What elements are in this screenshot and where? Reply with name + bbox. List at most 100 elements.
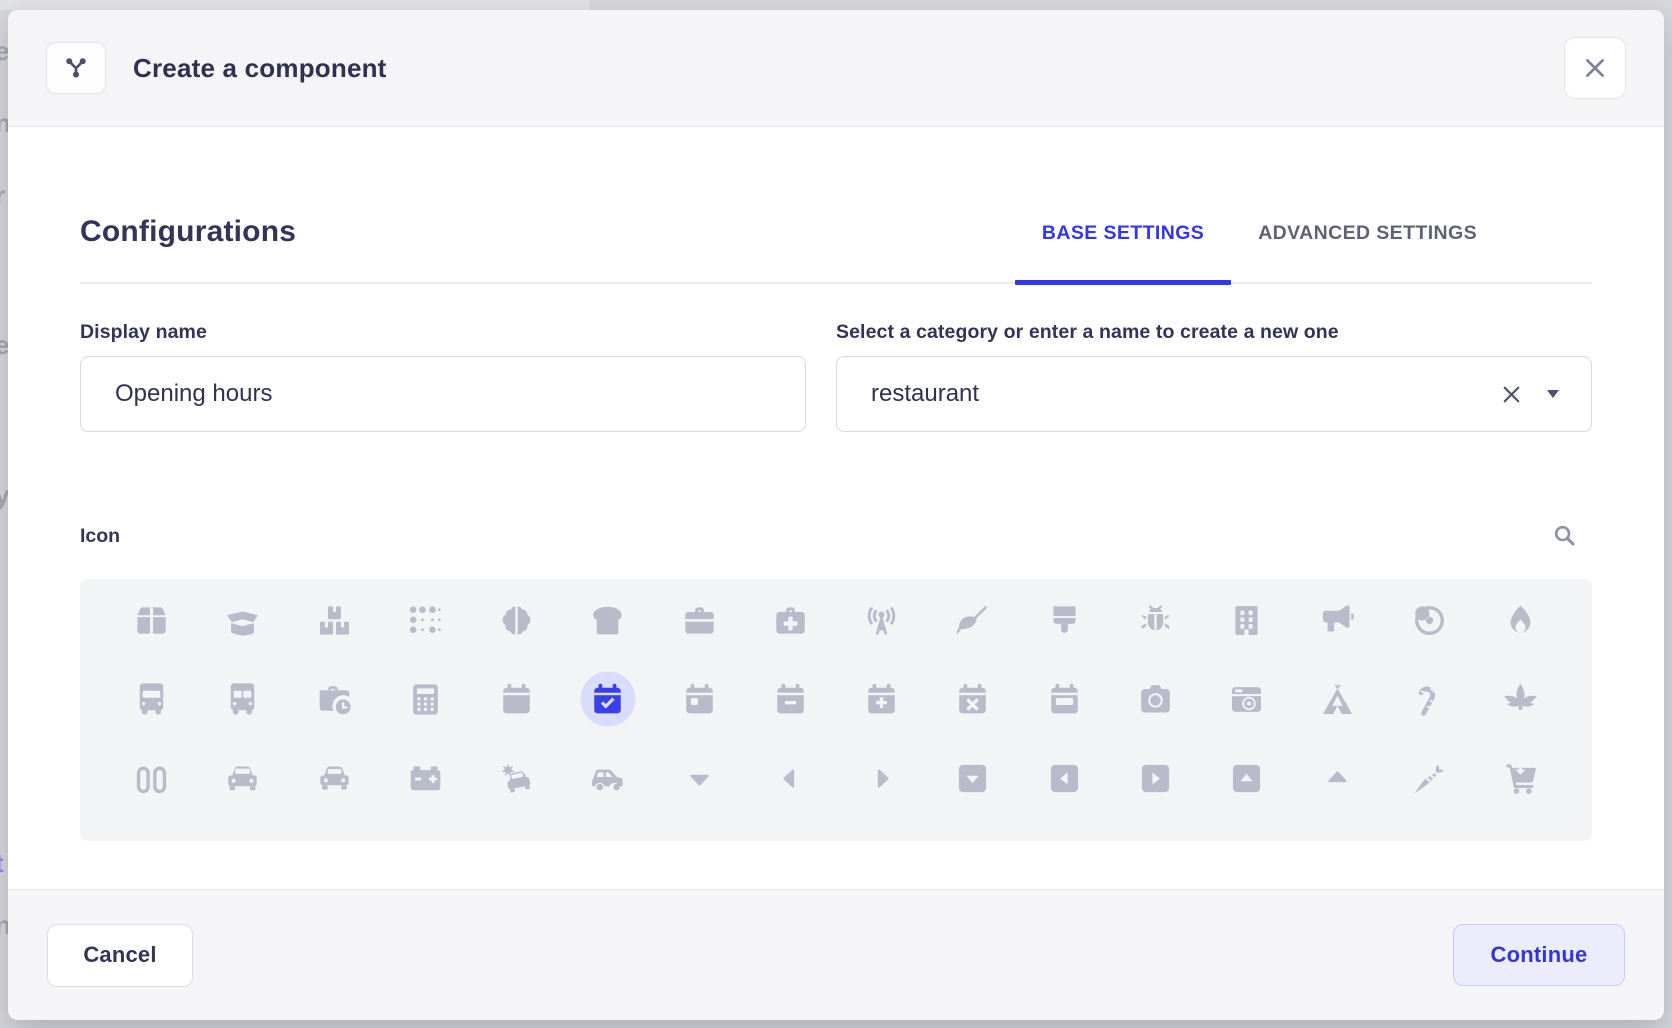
- icon-cell-camera-retro[interactable]: [1201, 679, 1292, 719]
- caret-down-icon: [681, 760, 718, 797]
- icon-cell-bus[interactable]: [106, 679, 197, 719]
- icon-cell-calendar-plus[interactable]: [836, 679, 927, 719]
- section-divider: [80, 282, 1592, 284]
- icon-cell-bullhorn[interactable]: [1292, 600, 1383, 640]
- icon-cell-broadcast-tower[interactable]: [836, 600, 927, 640]
- icon-cell-calendar-day[interactable]: [654, 679, 745, 719]
- category-field: Select a category or enter a name to cre…: [836, 320, 1592, 432]
- modal-body: Configurations BASE SETTINGS ADVANCED SE…: [8, 212, 1664, 841]
- component-node-icon-box: [46, 42, 106, 94]
- icon-cell-briefcase[interactable]: [654, 600, 745, 640]
- icon-cell-caret-square-up[interactable]: [1201, 758, 1292, 798]
- clear-x-icon: [1498, 381, 1525, 408]
- icon-cell-camera[interactable]: [1110, 679, 1201, 719]
- icon-cell-burn[interactable]: [1475, 600, 1566, 640]
- calendar-plus-icon: [863, 681, 900, 718]
- icon-cell-business-time[interactable]: [289, 679, 380, 719]
- icon-cell-caret-square-right[interactable]: [1110, 758, 1201, 798]
- icon-cell-box[interactable]: [106, 600, 197, 640]
- icon-cell-cart-arrow-down[interactable]: [1475, 758, 1566, 798]
- icon-cell-caret-down[interactable]: [654, 758, 745, 798]
- icon-cell-caret-up[interactable]: [1292, 758, 1383, 798]
- icon-cell-campground[interactable]: [1292, 679, 1383, 719]
- caret-right-icon: [863, 760, 900, 797]
- calendar-times-icon: [954, 681, 991, 718]
- icon-cell-brain[interactable]: [471, 600, 562, 640]
- car-battery-icon: [407, 760, 444, 797]
- display-name-input[interactable]: [80, 356, 806, 432]
- braille-icon: [407, 602, 444, 639]
- display-name-label: Display name: [80, 320, 806, 344]
- icon-cell-calendar-week[interactable]: [1019, 679, 1110, 719]
- icon-cell-caret-right[interactable]: [836, 758, 927, 798]
- bug-icon: [1137, 602, 1174, 639]
- icon-search-button[interactable]: [1551, 522, 1578, 549]
- icon-cell-cannabis[interactable]: [1475, 679, 1566, 719]
- bullseye-icon: [1411, 602, 1448, 639]
- bullhorn-icon: [1319, 602, 1356, 639]
- tab-advanced-settings[interactable]: ADVANCED SETTINGS: [1231, 212, 1504, 284]
- burn-icon: [1502, 602, 1539, 639]
- config-header-row: Configurations BASE SETTINGS ADVANCED SE…: [80, 212, 1592, 284]
- caret-up-icon: [1319, 760, 1356, 797]
- caret-square-down-icon: [954, 760, 991, 797]
- icon-cell-bread-slice[interactable]: [562, 600, 653, 640]
- create-component-modal: Create a component Configurations BASE S…: [8, 10, 1664, 1020]
- briefcase-icon: [681, 602, 718, 639]
- chevron-down-icon[interactable]: [1547, 390, 1559, 398]
- icon-cell-car-crash[interactable]: [471, 758, 562, 798]
- icon-cell-calendar-check[interactable]: [562, 679, 653, 719]
- caret-left-icon: [772, 760, 809, 797]
- icon-cell-calendar-times[interactable]: [927, 679, 1018, 719]
- business-time-icon: [316, 681, 353, 718]
- close-button[interactable]: [1564, 37, 1626, 99]
- broom-icon: [954, 602, 991, 639]
- close-icon: [1581, 54, 1609, 82]
- icon-label: Icon: [80, 523, 120, 549]
- icon-cell-calendar-minus[interactable]: [745, 679, 836, 719]
- icon-cell-carrot[interactable]: [1384, 758, 1475, 798]
- capsules-icon: [133, 760, 170, 797]
- icon-cell-candy-cane[interactable]: [1384, 679, 1475, 719]
- brain-icon: [498, 602, 535, 639]
- caret-square-up-icon: [1228, 760, 1265, 797]
- icon-cell-car-battery[interactable]: [380, 758, 471, 798]
- icon-cell-briefcase-medical[interactable]: [745, 600, 836, 640]
- icon-cell-capsules[interactable]: [106, 758, 197, 798]
- component-node-icon: [61, 53, 91, 83]
- icon-cell-bus-alt[interactable]: [197, 679, 288, 719]
- icon-cell-calculator[interactable]: [380, 679, 471, 719]
- icon-cell-car-side[interactable]: [562, 758, 653, 798]
- bus-alt-icon: [224, 681, 261, 718]
- car-icon: [224, 760, 261, 797]
- continue-button[interactable]: Continue: [1453, 924, 1625, 986]
- calendar-check-icon: [589, 681, 626, 718]
- tab-base-settings[interactable]: BASE SETTINGS: [1015, 212, 1231, 284]
- icon-cell-boxes[interactable]: [289, 600, 380, 640]
- icon-cell-caret-left[interactable]: [745, 758, 836, 798]
- icon-cell-building[interactable]: [1201, 600, 1292, 640]
- icon-cell-box-open[interactable]: [197, 600, 288, 640]
- cancel-button[interactable]: Cancel: [47, 924, 193, 987]
- icon-cell-caret-square-down[interactable]: [927, 758, 1018, 798]
- icon-cell-brush[interactable]: [1019, 600, 1110, 640]
- icon-cell-caret-square-left[interactable]: [1019, 758, 1110, 798]
- caret-square-left-icon: [1046, 760, 1083, 797]
- icon-cell-braille[interactable]: [380, 600, 471, 640]
- building-icon: [1228, 602, 1265, 639]
- car-crash-icon: [498, 760, 535, 797]
- campground-icon: [1319, 681, 1356, 718]
- icon-cell-broom[interactable]: [927, 600, 1018, 640]
- icon-cell-calendar[interactable]: [471, 679, 562, 719]
- clear-category-button[interactable]: [1498, 381, 1525, 408]
- icon-cell-car[interactable]: [197, 758, 288, 798]
- modal-title: Create a component: [133, 53, 1564, 84]
- calculator-icon: [407, 681, 444, 718]
- calendar-icon: [498, 681, 535, 718]
- category-combobox[interactable]: restaurant: [836, 356, 1592, 432]
- icon-cell-bullseye[interactable]: [1384, 600, 1475, 640]
- car-side-icon: [589, 760, 626, 797]
- form-fields-row: Display name Select a category or enter …: [80, 320, 1592, 432]
- icon-cell-bug[interactable]: [1110, 600, 1201, 640]
- icon-cell-car-alt[interactable]: [289, 758, 380, 798]
